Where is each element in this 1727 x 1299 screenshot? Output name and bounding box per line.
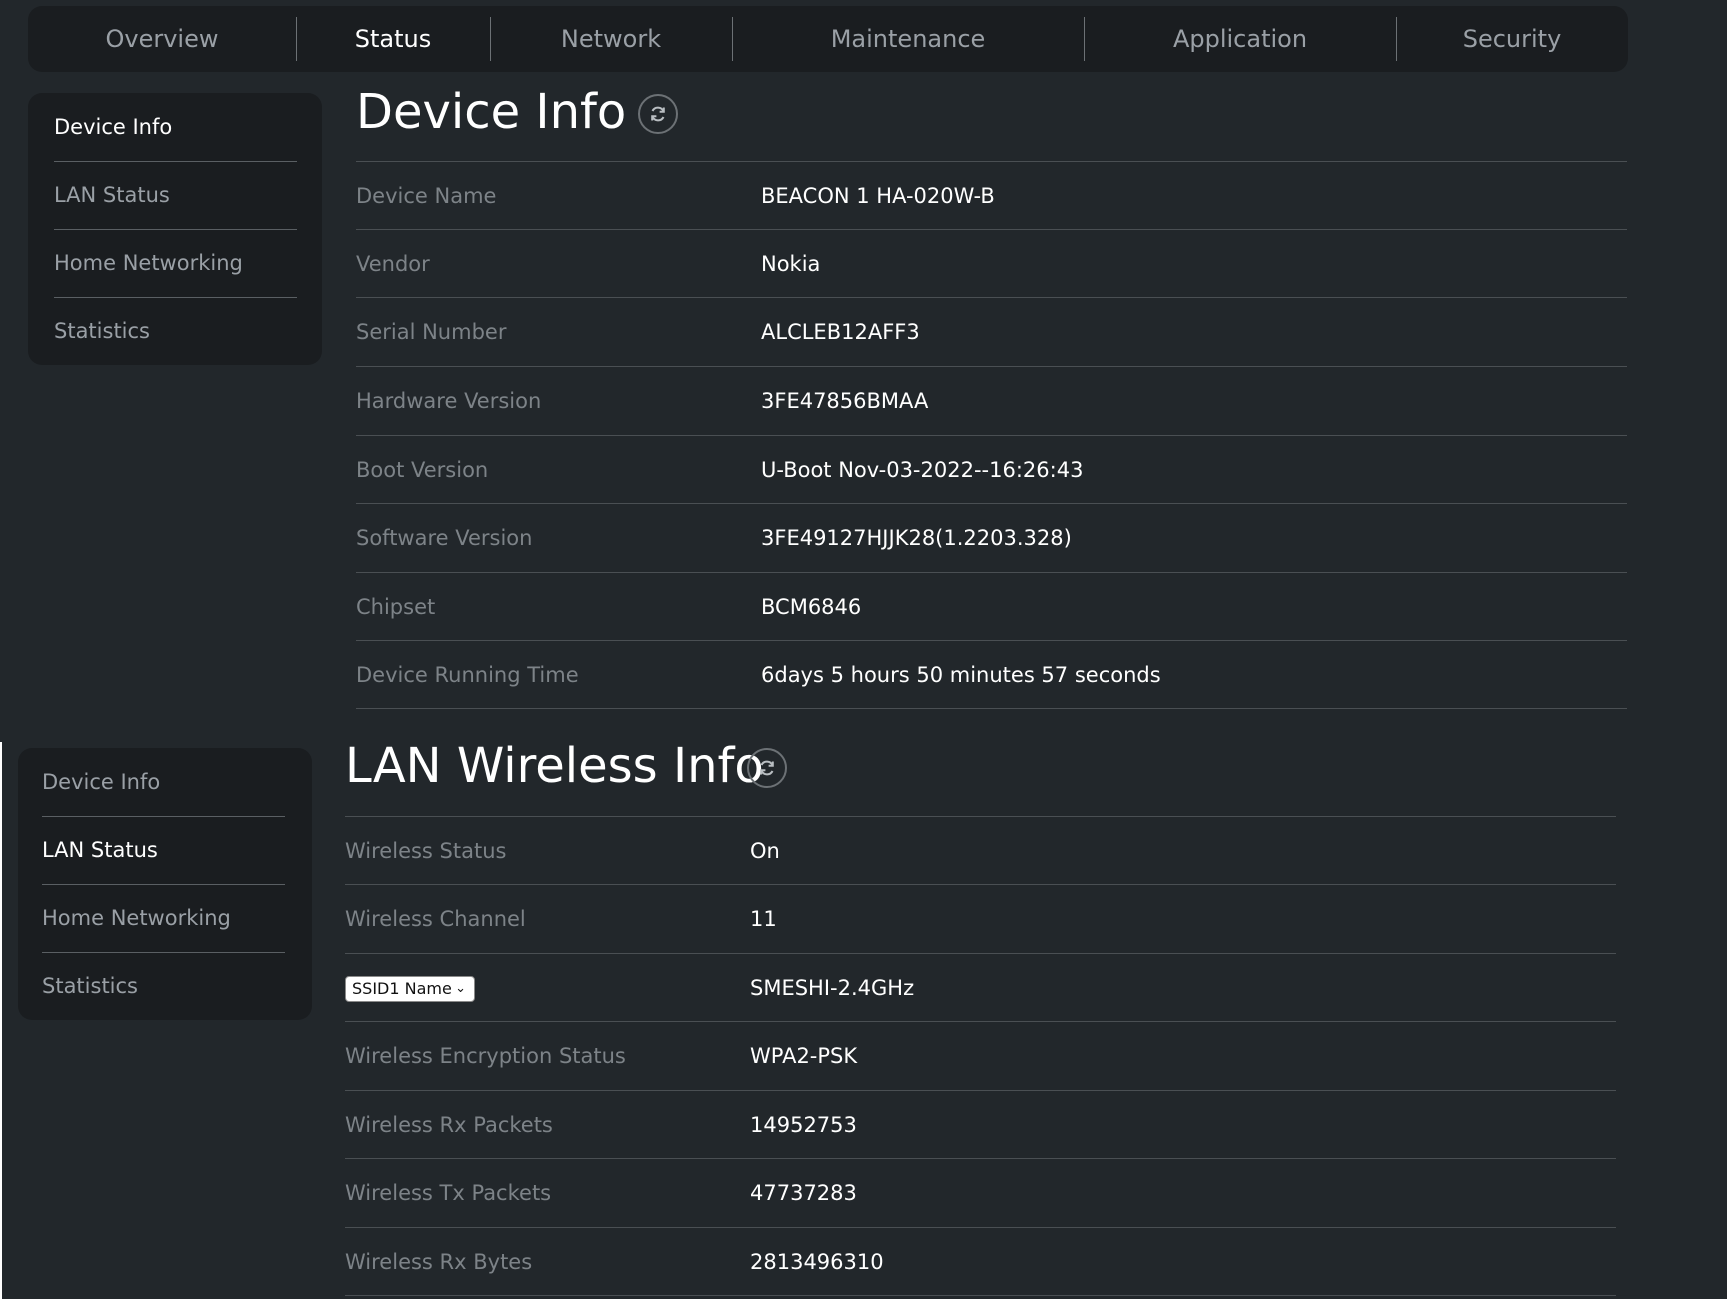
- sidebar-item-home-networking[interactable]: Home Networking: [54, 251, 243, 275]
- sidebar-divider: [42, 952, 285, 953]
- row-label: Device Running Time: [356, 663, 579, 687]
- refresh-button[interactable]: [638, 94, 678, 134]
- info-row: Device Running Time 6days 5 hours 50 min…: [356, 640, 1627, 709]
- row-value: BEACON 1 HA-020W-B: [761, 184, 995, 208]
- nav-tab-overview[interactable]: Overview: [28, 6, 296, 72]
- sidebar-item-home-networking[interactable]: Home Networking: [42, 906, 231, 930]
- sidebar-divider: [54, 297, 297, 298]
- row-label: Serial Number: [356, 320, 507, 344]
- row-value: 47737283: [750, 1181, 857, 1205]
- device-info-screen: Overview Status Network Maintenance Appl…: [0, 0, 1727, 742]
- nav-tab-status[interactable]: Status: [296, 6, 490, 72]
- table-divider: [345, 1295, 1616, 1296]
- row-label: Wireless Rx Packets: [345, 1113, 553, 1137]
- row-label: Wireless Status: [345, 839, 507, 863]
- row-value: 11: [750, 907, 777, 931]
- row-label: Software Version: [356, 526, 533, 550]
- row-label: Wireless Rx Bytes: [345, 1250, 533, 1274]
- sidebar-divider: [54, 161, 297, 162]
- row-value: 14952753: [750, 1113, 857, 1137]
- page-title: Device Info: [356, 84, 627, 140]
- info-row: Wireless Rx Packets 14952753: [345, 1090, 1616, 1159]
- row-label: Wireless Tx Packets: [345, 1181, 552, 1205]
- row-value: SMESHI-2.4GHz: [750, 976, 915, 1000]
- row-label: Boot Version: [356, 458, 489, 482]
- info-row: Software Version 3FE49127HJJK28(1.2203.3…: [356, 503, 1627, 572]
- info-row: Vendor Nokia: [356, 229, 1627, 298]
- row-value: WPA2-PSK: [750, 1044, 858, 1068]
- sidebar-item-lan-status[interactable]: LAN Status: [54, 183, 170, 207]
- row-value: 6days 5 hours 50 minutes 57 seconds: [761, 663, 1161, 687]
- status-sidebar: Device Info LAN Status Home Networking S…: [18, 748, 312, 1020]
- nav-tab-maintenance[interactable]: Maintenance: [732, 6, 1084, 72]
- sidebar-divider: [42, 884, 285, 885]
- row-label: Wireless Encryption Status: [345, 1044, 626, 1068]
- top-navigation: Overview Status Network Maintenance Appl…: [28, 6, 1628, 72]
- info-row: Wireless Tx Packets 47737283: [345, 1158, 1616, 1227]
- row-label: Wireless Channel: [345, 907, 526, 931]
- sidebar-divider: [42, 816, 285, 817]
- info-row: Chipset BCM6846: [356, 572, 1627, 641]
- refresh-icon: [651, 106, 665, 122]
- nav-tab-network[interactable]: Network: [490, 6, 732, 72]
- row-value: 2813496310: [750, 1250, 884, 1274]
- row-value: BCM6846: [761, 595, 862, 619]
- sidebar-item-statistics[interactable]: Statistics: [42, 974, 138, 998]
- chevron-down-icon: ⌄: [455, 981, 466, 996]
- nav-tab-security[interactable]: Security: [1396, 6, 1628, 72]
- info-row: Hardware Version 3FE47856BMAA: [356, 366, 1627, 435]
- row-value: 3FE49127HJJK28(1.2203.328): [761, 526, 1072, 550]
- refresh-button[interactable]: [747, 748, 787, 788]
- row-value: On: [750, 839, 780, 863]
- sidebar-item-device-info[interactable]: Device Info: [54, 115, 172, 139]
- info-row: Device Name BEACON 1 HA-020W-B: [356, 161, 1627, 230]
- row-label: Vendor: [356, 252, 430, 276]
- row-label: Hardware Version: [356, 389, 542, 413]
- ssid-select[interactable]: SSID1 Name ⌄: [345, 976, 475, 1002]
- sidebar-item-statistics[interactable]: Statistics: [54, 319, 150, 343]
- info-row: Wireless Channel 11: [345, 884, 1616, 953]
- table-divider: [356, 708, 1627, 709]
- lan-status-screen: Device Info LAN Status Home Networking S…: [2, 738, 1727, 1299]
- info-row: SSID1 Name ⌄ SMESHI-2.4GHz: [345, 953, 1616, 1022]
- info-row: Wireless Status On: [345, 816, 1616, 885]
- info-row: Wireless Rx Bytes 2813496310: [345, 1227, 1616, 1296]
- row-label: Device Name: [356, 184, 497, 208]
- status-sidebar: Device Info LAN Status Home Networking S…: [28, 93, 322, 365]
- section-title: LAN Wireless Info: [345, 738, 764, 794]
- row-value: U-Boot Nov-03-2022--16:26:43: [761, 458, 1084, 482]
- nav-tab-application[interactable]: Application: [1084, 6, 1396, 72]
- row-value: Nokia: [761, 252, 821, 276]
- info-row: Wireless Encryption Status WPA2-PSK: [345, 1021, 1616, 1090]
- refresh-icon: [760, 760, 774, 776]
- info-row: Serial Number ALCLEB12AFF3: [356, 297, 1627, 366]
- sidebar-item-device-info[interactable]: Device Info: [42, 770, 160, 794]
- sidebar-item-lan-status[interactable]: LAN Status: [42, 838, 158, 862]
- info-row: Boot Version U-Boot Nov-03-2022--16:26:4…: [356, 435, 1627, 504]
- sidebar-divider: [54, 229, 297, 230]
- row-value: ALCLEB12AFF3: [761, 320, 920, 344]
- row-label: Chipset: [356, 595, 436, 619]
- ssid-select-value: SSID1 Name: [352, 979, 452, 998]
- row-value: 3FE47856BMAA: [761, 389, 929, 413]
